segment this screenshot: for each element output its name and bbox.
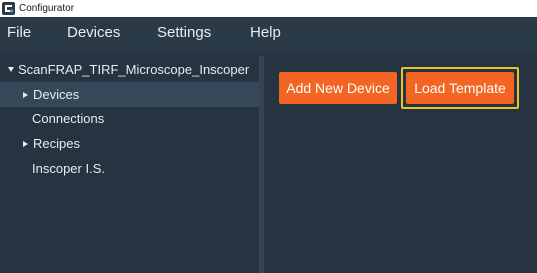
- menu-settings[interactable]: Settings: [157, 24, 211, 41]
- tree-item-inscoper-is[interactable]: Inscoper I.S.: [0, 156, 259, 181]
- menu-bar: File Devices Settings Help: [0, 17, 537, 51]
- tree-item-recipes[interactable]: Recipes: [0, 131, 259, 156]
- expand-right-icon[interactable]: [23, 91, 28, 98]
- add-new-device-button[interactable]: Add New Device: [279, 72, 397, 104]
- menu-devices[interactable]: Devices: [67, 24, 120, 41]
- tree-item-label: Inscoper I.S.: [32, 161, 105, 176]
- tree-item-label: Connections: [32, 111, 105, 126]
- tree-item-connections[interactable]: Connections: [0, 106, 259, 131]
- menu-help[interactable]: Help: [250, 24, 281, 41]
- load-template-button[interactable]: Load Template: [406, 72, 514, 104]
- tree-item-label: Devices: [33, 87, 80, 102]
- configurator-app-icon: [2, 2, 15, 15]
- window-title: Configurator: [19, 3, 75, 14]
- tree-root-label: ScanFRAP_TIRF_Microscope_Inscoper: [18, 62, 250, 77]
- window-titlebar: Configurator: [0, 0, 537, 17]
- menu-file[interactable]: File: [7, 24, 31, 41]
- expand-down-icon[interactable]: [8, 67, 14, 72]
- tree-item-label: Recipes: [33, 136, 80, 151]
- expand-right-icon[interactable]: [23, 140, 28, 147]
- panel-splitter[interactable]: [259, 56, 264, 273]
- tree-root-item[interactable]: ScanFRAP_TIRF_Microscope_Inscoper: [0, 57, 259, 82]
- tree-item-devices[interactable]: Devices: [0, 82, 259, 107]
- device-tree-panel: ScanFRAP_TIRF_Microscope_Inscoper Device…: [0, 51, 259, 273]
